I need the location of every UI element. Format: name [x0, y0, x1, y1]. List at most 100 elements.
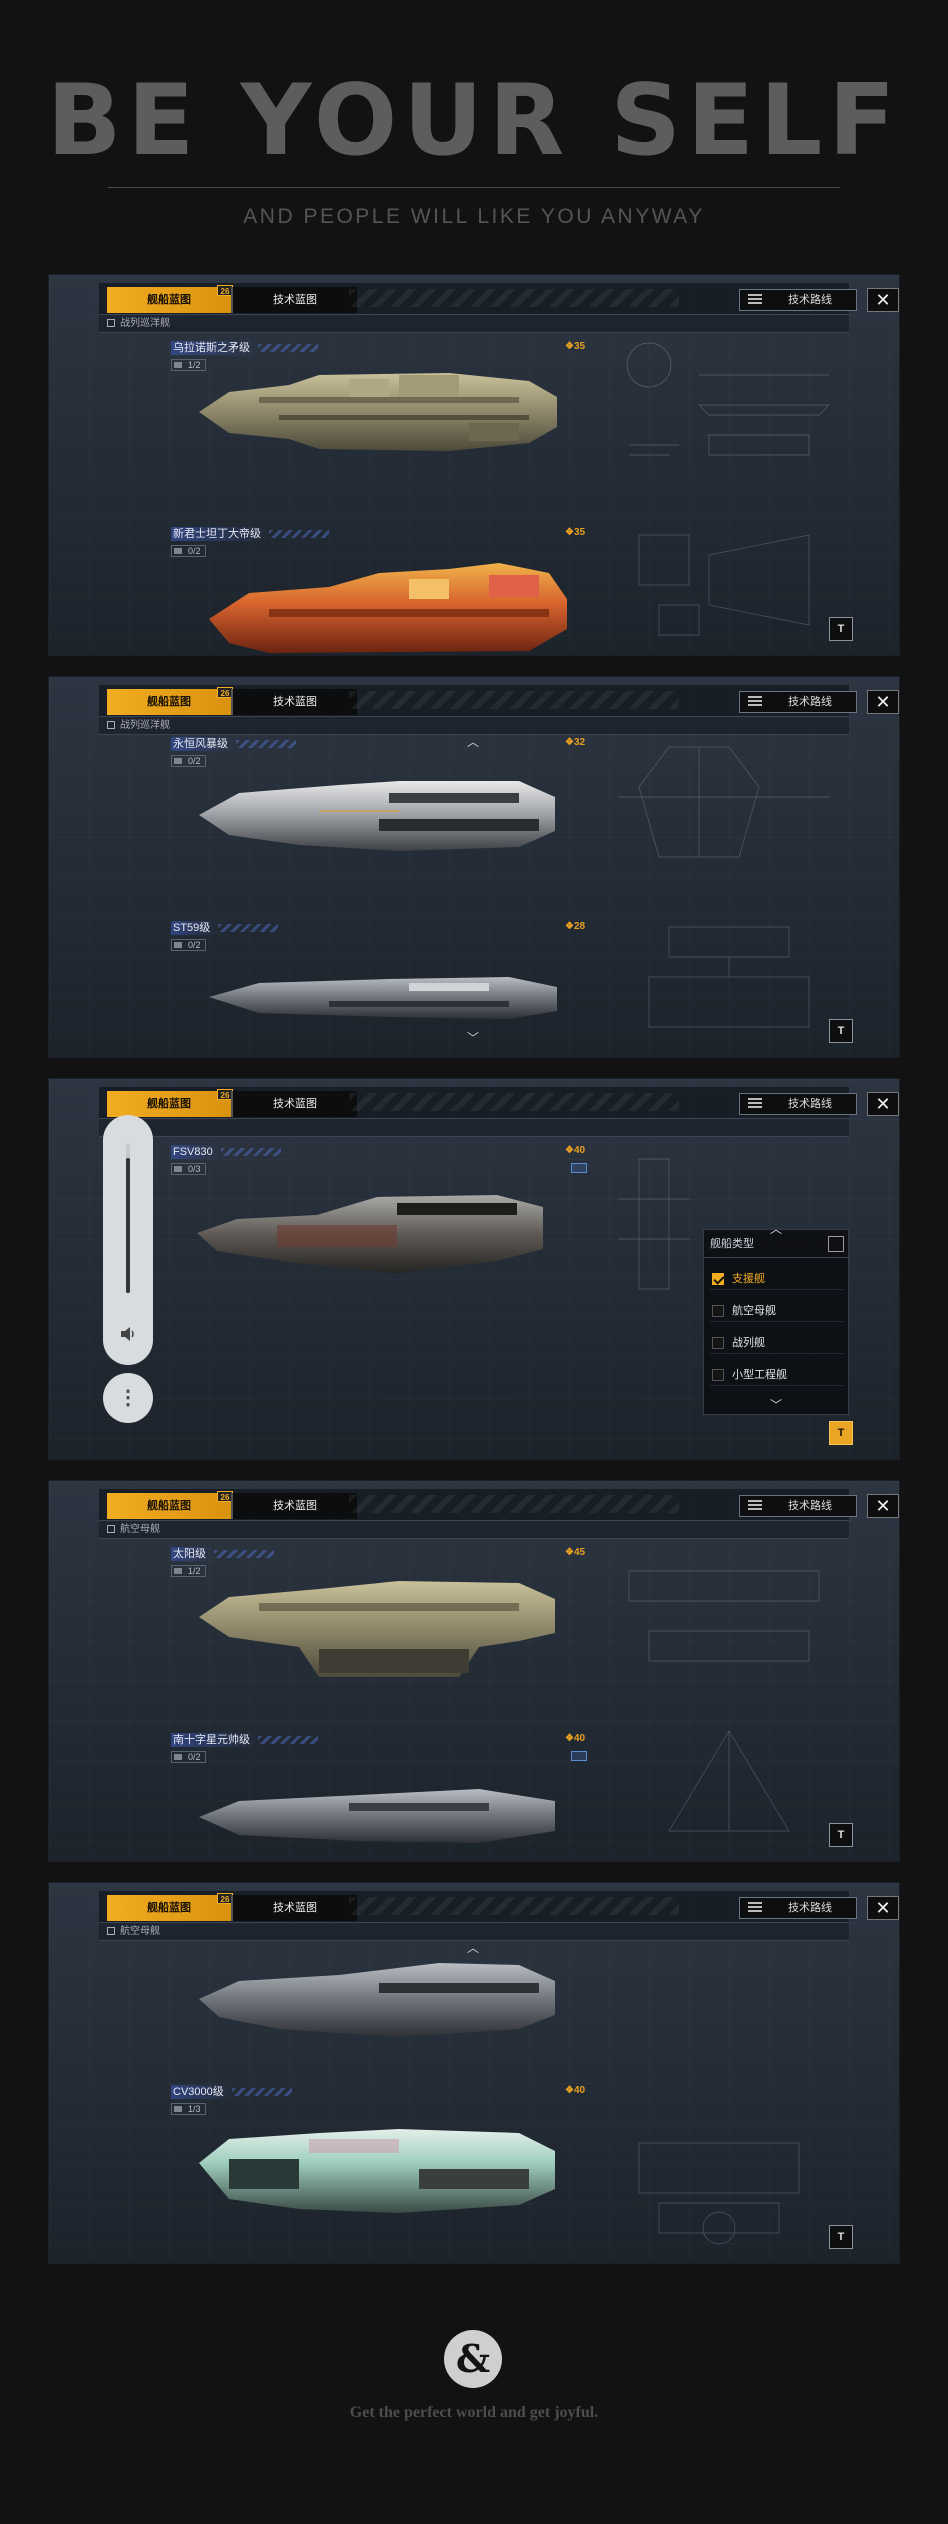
tech-route-button[interactable]: 技术路线 [739, 1897, 857, 1919]
tab-tech-blueprint[interactable]: 技术蓝图 [231, 689, 357, 715]
tab-tech-blueprint[interactable]: 技术蓝图 [231, 287, 357, 313]
tab-ship-blueprint[interactable]: 舰船蓝图 26 [107, 1893, 233, 1921]
ship-count-tag: 0/3 [171, 1163, 206, 1175]
ship-name: FSV830 [171, 1145, 281, 1159]
lock-icon [107, 1927, 115, 1935]
ship-cost: ❖40 [565, 2085, 586, 2096]
filter-option-carrier[interactable]: 航空母舰 [710, 1300, 844, 1322]
status-badge [571, 1751, 587, 1761]
hero-divider [108, 187, 840, 188]
ship-model-spear[interactable] [199, 367, 559, 457]
filter-option-battleship[interactable]: 战列舰 [710, 1332, 844, 1354]
ship-model-sun[interactable] [199, 1577, 559, 1687]
hero-subtitle: AND PEOPLE WILL LIKE YOU ANYWAY [243, 205, 705, 228]
status-badge [571, 1163, 587, 1173]
list-icon [748, 696, 762, 708]
blueprint-schematic [638, 534, 810, 636]
ship-model-st59[interactable] [209, 967, 559, 1027]
filter-header: 舰船类型 [704, 1230, 850, 1258]
lock-icon [107, 319, 115, 327]
ship-name: ST59级 [171, 921, 279, 935]
ship-name: 新君士坦丁大帝级 [171, 527, 329, 541]
top-navigation-bar: 舰船蓝图 26 技术蓝图 技术路线 ✕ [99, 685, 899, 717]
ship-name: 南十字星元帅级 [171, 1733, 318, 1747]
ship-blueprint-panel-5: 舰船蓝图 26 技术蓝图 技术路线 ✕ 航空母舰 ︿ CV3000级 1/3 ❖4… [48, 1882, 900, 2264]
hero-title: BE YOUR SELF [46, 64, 902, 178]
checkbox[interactable] [712, 1369, 724, 1381]
ship-name: 太阳级 [171, 1547, 274, 1561]
category-bar [99, 1119, 849, 1137]
blueprint-schematic [668, 1730, 790, 1832]
tech-route-button[interactable]: 技术路线 [739, 1495, 857, 1517]
ship-model-eternal-storm[interactable] [199, 771, 559, 855]
close-button[interactable]: ✕ [867, 288, 899, 312]
ship-model-constantine[interactable] [209, 559, 569, 655]
ship-name: CV3000级 [171, 2085, 292, 2099]
checkbox[interactable] [712, 1273, 724, 1285]
ship-count-tag: 1/3 [171, 2103, 206, 2115]
text-size-button[interactable]: T [829, 1019, 853, 1043]
more-options-button[interactable]: ⋮ [103, 1373, 153, 1423]
tech-route-button[interactable]: 技术路线 [739, 289, 857, 311]
close-button[interactable]: ✕ [867, 1896, 899, 1920]
tab-ship-blueprint[interactable]: 舰船蓝图 26 [107, 687, 233, 715]
expand-chevron-icon[interactable]: ﹀ [770, 1396, 782, 1413]
tech-route-button[interactable]: 技术路线 [739, 1093, 857, 1115]
checkbox[interactable] [712, 1305, 724, 1317]
lock-icon [107, 1525, 115, 1533]
scroll-up-chevron-icon[interactable]: ︿ [467, 733, 479, 750]
tab-tech-blueprint[interactable]: 技术蓝图 [231, 1091, 357, 1117]
volume-level-fill [126, 1158, 130, 1293]
text-size-button[interactable]: T [829, 617, 853, 641]
text-size-button[interactable]: T [829, 1823, 853, 1847]
tech-route-button[interactable]: 技术路线 [739, 691, 857, 713]
ship-cost: ❖28 [565, 921, 586, 932]
ship-cost: ❖32 [565, 737, 586, 748]
top-navigation-bar: 舰船蓝图 26 技术蓝图 技术路线 ✕ [99, 1087, 899, 1119]
blueprint-schematic [648, 926, 810, 1028]
tab-tech-blueprint[interactable]: 技术蓝图 [231, 1895, 357, 1921]
category-label: 航空母舰 [120, 1524, 160, 1535]
category-label: 战列巡洋舰 [120, 720, 170, 731]
ship-model-southern-cross[interactable] [199, 1781, 559, 1851]
list-icon [748, 294, 762, 306]
ship-blueprint-panel-1: 舰船蓝图 26 技术蓝图 技术路线 ✕ 战列巡洋舰 乌拉诺斯之矛级 1/2 ❖35… [48, 274, 900, 656]
tab-ship-blueprint[interactable]: 舰船蓝图 26 [107, 1491, 233, 1519]
filter-icon[interactable] [828, 1236, 844, 1252]
close-button[interactable]: ✕ [867, 1092, 899, 1116]
ship-count-tag: 0/2 [171, 939, 206, 951]
ship-blueprint-panel-3: 舰船蓝图 26 技术蓝图 技术路线 ✕ FSV830 0/3 ❖40 ⋮ ︿ 舰船… [48, 1078, 900, 1460]
checkbox[interactable] [712, 1337, 724, 1349]
volume-track[interactable] [126, 1143, 130, 1293]
tab-ship-blueprint[interactable]: 舰船蓝图 26 [107, 1089, 233, 1117]
list-icon [748, 1500, 762, 1512]
tab-ship-blueprint[interactable]: 舰船蓝图 26 [107, 285, 233, 313]
filter-option-small-engineering[interactable]: 小型工程舰 [710, 1364, 844, 1386]
tab-tech-blueprint[interactable]: 技术蓝图 [231, 1493, 357, 1519]
ship-model-upper[interactable] [199, 1953, 559, 2043]
scroll-down-chevron-icon[interactable]: ﹀ [467, 1029, 479, 1046]
close-button[interactable]: ✕ [867, 1494, 899, 1518]
list-icon [748, 1098, 762, 1110]
filter-title: 舰船类型 [710, 1238, 754, 1250]
text-size-button[interactable]: T [829, 1421, 853, 1445]
filter-option-support[interactable]: 支援舰 [710, 1268, 844, 1290]
text-size-button[interactable]: T [829, 2225, 853, 2249]
blueprint-schematic [638, 2142, 800, 2245]
category-bar: 战列巡洋舰 [99, 315, 849, 333]
ship-blueprint-panel-2: 舰船蓝图 26 技术蓝图 技术路线 ✕ 战列巡洋舰 ︿ 永恒风暴级 0/2 ❖32… [48, 676, 900, 1058]
close-button[interactable]: ✕ [867, 690, 899, 714]
ship-model-fsv830[interactable] [197, 1189, 547, 1279]
speaker-icon[interactable] [119, 1325, 137, 1343]
ship-cost: ❖45 [565, 1547, 586, 1558]
ship-count-tag: 0/2 [171, 1751, 206, 1763]
ship-type-filter-dropdown[interactable]: ︿ 舰船类型 支援舰 航空母舰 战列舰 小型工程舰 ﹀ [703, 1222, 850, 1415]
ship-count-tag: 1/2 [171, 1565, 206, 1577]
ship-blueprint-panel-4: 舰船蓝图 26 技术蓝图 技术路线 ✕ 航空母舰 太阳级 1/2 ❖45 南十字星… [48, 1480, 900, 1862]
ampersand-logo: & [444, 2330, 502, 2388]
volume-slider[interactable] [103, 1115, 153, 1365]
ship-model-cv3000[interactable] [199, 2119, 559, 2219]
top-navigation-bar: 舰船蓝图 26 技术蓝图 技术路线 ✕ [99, 1891, 899, 1923]
ship-cost: ❖35 [565, 527, 586, 538]
ship-name: 永恒风暴级 [171, 737, 296, 751]
